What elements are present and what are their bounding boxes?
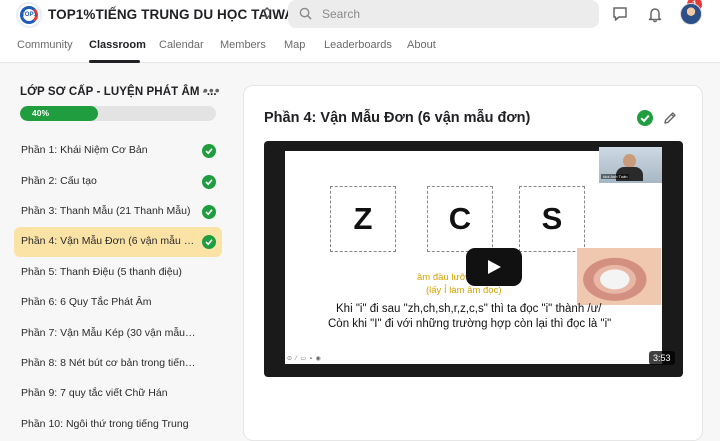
- hint-line-2: (lấy Ỉ làm âm đọc): [426, 285, 502, 296]
- chat-icon[interactable]: [611, 5, 629, 23]
- slide-text-line-2: Còn khi "I" đi với những trường hợp còn …: [328, 318, 612, 330]
- tab-classroom[interactable]: Classroom: [89, 39, 146, 51]
- lesson-label: Phần 5: Thanh Điệu (5 thanh điệu): [21, 266, 182, 278]
- completed-check-icon: [202, 205, 216, 219]
- lesson-label: Phần 3: Thanh Mẫu (21 Thanh Mẫu): [21, 205, 191, 217]
- course-sidebar: LỚP SƠ CẤP - LUYỆN PHÁT ÂM -... ••• 40% …: [0, 64, 232, 441]
- lesson-item[interactable]: Phần 5: Thanh Điệu (5 thanh điệu): [14, 258, 222, 288]
- logo-mark: TOP1: [20, 6, 38, 24]
- play-button-icon[interactable]: [466, 248, 522, 286]
- lesson-item[interactable]: Phần 3: Thanh Mẫu (21 Thanh Mẫu): [14, 197, 222, 227]
- lesson-item[interactable]: Phần 6: 6 Quy Tắc Phát Âm: [14, 288, 222, 318]
- lesson-item[interactable]: Phần 8: 8 Nét bút cơ bản trong tiếng Tru…: [14, 349, 222, 379]
- completed-check-icon: [202, 144, 216, 158]
- community-logo[interactable]: TOP1: [16, 2, 42, 28]
- lesson-content-card: Phần 4: Vận Mẫu Đơn (6 vận mẫu đơn) Z C …: [243, 85, 703, 441]
- letter-box: S: [519, 186, 585, 252]
- slide-text-line-1: Khi "i" đi sau "zh,ch,sh,r,z,c,s" thì ta…: [336, 303, 602, 315]
- tab-calendar[interactable]: Calendar: [159, 39, 204, 51]
- search-bar[interactable]: [288, 0, 599, 28]
- progress-label: 40%: [32, 108, 50, 118]
- lesson-label: Phần 9: 7 quy tắc viết Chữ Hán: [21, 387, 168, 399]
- user-avatar[interactable]: [680, 3, 702, 25]
- top-bar: TOP1 TOP1%TIẾNG TRUNG DU HỌC TAIWAN 1: [0, 0, 720, 30]
- lesson-item[interactable]: Phần 1: Khái Niệm Cơ Bản: [14, 136, 222, 166]
- mouth-photo: [577, 248, 661, 305]
- lesson-complete-check-icon[interactable]: [637, 110, 653, 126]
- active-tab-indicator: [89, 60, 140, 63]
- course-progress-bar: 40%: [20, 106, 216, 121]
- lesson-item[interactable]: Phần 10: Ngôi thứ trong tiếng Trung: [14, 410, 222, 440]
- course-title: LỚP SƠ CẤP - LUYỆN PHÁT ÂM -...: [20, 86, 217, 98]
- completed-check-icon: [202, 235, 216, 249]
- tab-map[interactable]: Map: [284, 39, 305, 51]
- lesson-label: Phần 1: Khái Niệm Cơ Bản: [21, 144, 148, 156]
- lesson-label: Phần 4: Vận Mẫu Đơn (6 vận mẫu đơ...: [21, 235, 197, 247]
- slide-toolbar-icon: ⊙ ⁄ ▭ ▪ ◉: [287, 356, 322, 362]
- main-nav: Community Classroom Calendar Members Map…: [0, 30, 720, 63]
- notification-bell-icon[interactable]: [646, 5, 664, 23]
- lesson-label: Phần 6: 6 Quy Tắc Phát Âm: [21, 296, 152, 308]
- video-frame: Z C S Idol Anh Tuấn âm đầu lưỡi trước (l…: [285, 147, 662, 364]
- video-duration: 3:53: [649, 351, 675, 365]
- lesson-label: Phần 2: Cấu tạo: [21, 175, 97, 187]
- search-input[interactable]: [322, 0, 582, 28]
- edit-pencil-icon[interactable]: [662, 110, 678, 126]
- tab-members[interactable]: Members: [220, 39, 266, 51]
- more-options-icon[interactable]: •••: [203, 82, 221, 98]
- letter-box: Z: [330, 186, 396, 252]
- lesson-item-active[interactable]: Phần 4: Vận Mẫu Đơn (6 vận mẫu đơ...: [14, 227, 222, 257]
- presenter-head: [623, 154, 636, 168]
- lesson-label: Phần 8: 8 Nét bút cơ bản trong tiếng Tru…: [21, 357, 197, 369]
- search-icon: [299, 7, 312, 20]
- lesson-label: Phần 10: Ngôi thứ trong tiếng Trung: [21, 418, 189, 430]
- presenter-name: Idol Anh Tuấn: [601, 174, 630, 179]
- lesson-item[interactable]: Phần 7: Vận Mẫu Kép (30 vận mẫu kép): [14, 319, 222, 349]
- letter-box: C: [427, 186, 493, 252]
- tab-leaderboards[interactable]: Leaderboards: [324, 39, 392, 51]
- lesson-item[interactable]: Phần 9: 7 quy tắc viết Chữ Hán: [14, 379, 222, 409]
- video-player[interactable]: Z C S Idol Anh Tuấn âm đầu lưỡi trước (l…: [264, 141, 683, 377]
- community-switcher-icon[interactable]: [261, 5, 273, 23]
- tab-about[interactable]: About: [407, 39, 436, 51]
- completed-check-icon: [202, 175, 216, 189]
- lesson-label: Phần 7: Vận Mẫu Kép (30 vận mẫu kép): [21, 327, 197, 339]
- webcam-overlay: Idol Anh Tuấn: [599, 147, 662, 183]
- lesson-title: Phần 4: Vận Mẫu Đơn (6 vận mẫu đơn): [264, 110, 531, 126]
- logo-text: TOP1: [21, 12, 37, 18]
- lesson-item[interactable]: Phần 2: Cấu tạo: [14, 167, 222, 197]
- tab-community[interactable]: Community: [17, 39, 73, 51]
